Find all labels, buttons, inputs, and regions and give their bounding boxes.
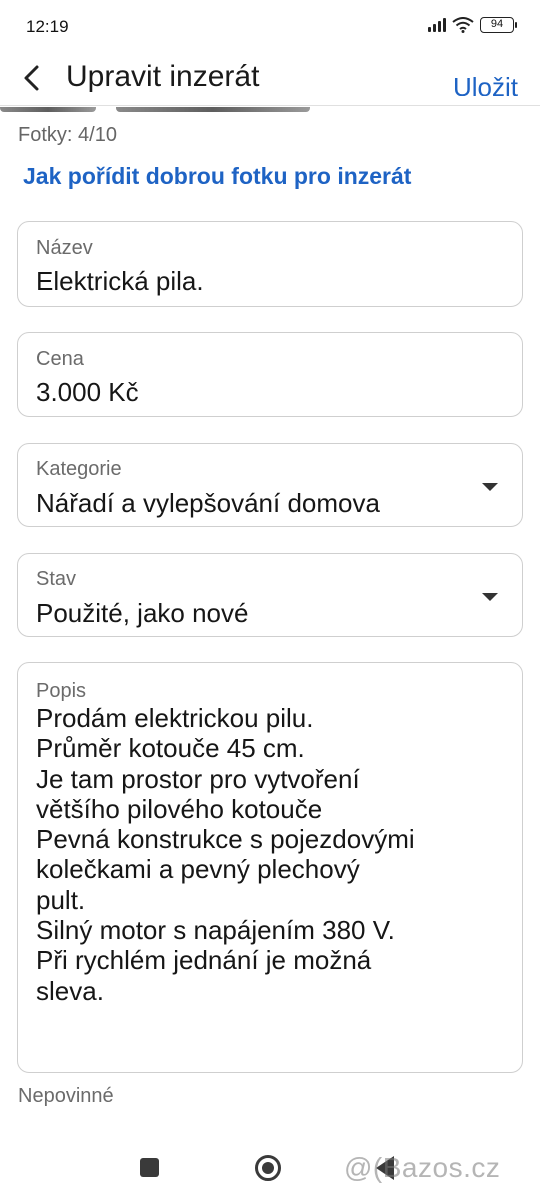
save-button[interactable]: Uložit [453,70,518,96]
status-time: 12:19 [26,17,69,36]
battery-icon: 94 [480,17,517,33]
chevron-down-icon[interactable] [482,483,498,491]
category-select[interactable]: Kategorie Nářadí a vylepšování domova [17,443,523,527]
optional-hint: Nepovinné [18,1085,114,1107]
category-value[interactable]: Nářadí a vylepšování domova [36,488,380,519]
price-label: Cena [36,348,84,370]
condition-select[interactable]: Stav Použité, jako nové [17,553,523,637]
back-arrow-icon[interactable] [18,62,48,94]
page-title: Upravit inzerát [66,60,260,93]
home-button[interactable] [255,1155,281,1181]
chevron-down-icon[interactable] [482,593,498,601]
photo-thumbnail[interactable] [116,107,310,112]
description-text[interactable]: Prodám elektrickou pilu. Průměr kotouče … [36,703,516,1006]
watermark: @(Bazos.cz [344,1152,501,1183]
photo-count: Fotky: 4/10 [18,124,117,146]
signal-icon [428,18,446,32]
photo-tips-link[interactable]: Jak pořídit dobrou fotku pro inzerát [23,163,411,190]
app-bar: Upravit inzerát Uložit [0,52,540,108]
category-label: Kategorie [36,458,122,480]
description-field[interactable]: Popis Prodám elektrickou pilu. Průměr ko… [17,662,523,1073]
condition-value[interactable]: Použité, jako nové [36,598,248,629]
name-value[interactable]: Elektrická pila. [36,266,204,297]
name-field[interactable]: Název Elektrická pila. [17,221,523,307]
price-value[interactable]: 3.000 Kč [36,377,139,408]
price-field[interactable]: Cena 3.000 Kč [17,332,523,417]
photo-thumbnail[interactable] [0,107,96,112]
battery-level: 94 [490,18,504,30]
name-label: Název [36,237,93,259]
condition-label: Stav [36,568,77,590]
wifi-icon [452,17,474,33]
status-bar: 12:19 94 [0,0,540,52]
status-icons: 94 [428,17,517,33]
app-bar-divider [0,105,540,106]
recents-button[interactable] [140,1158,159,1177]
description-label: Popis [36,680,87,702]
